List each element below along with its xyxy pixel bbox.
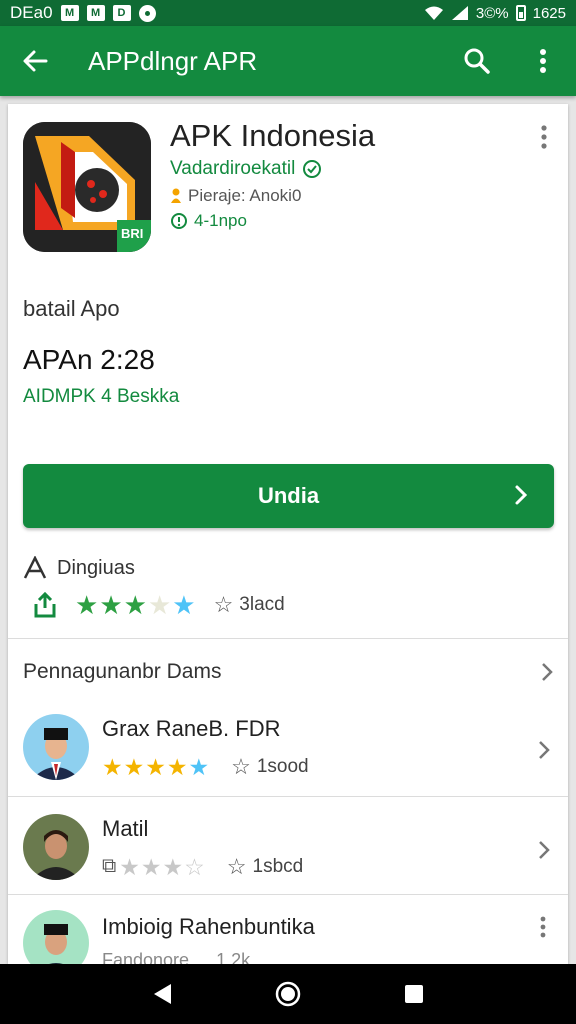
notification-icon: M	[86, 5, 105, 21]
search-icon	[464, 48, 490, 74]
reviews-title: Pennagunanbr Dams	[23, 660, 222, 683]
divider	[8, 796, 568, 797]
star-icon: ★	[119, 853, 140, 880]
wifi-icon	[424, 6, 443, 20]
star-icon: ★	[162, 853, 184, 880]
notification-icon: M	[60, 5, 79, 21]
star-icon: ★	[145, 753, 166, 780]
rating-label: Dingiuas	[57, 556, 135, 579]
text-format-icon	[23, 556, 47, 579]
review-count: 1sood	[256, 756, 309, 777]
page-title: APPdlngr APR	[88, 45, 258, 76]
app-icon-badge: BRI	[121, 226, 144, 241]
nav-recents-icon[interactable]	[403, 983, 425, 1005]
meta-text-2: 4-1npo	[194, 211, 247, 230]
more-vert-icon[interactable]	[540, 916, 546, 938]
arrow-left-icon	[23, 50, 48, 72]
app-detail-card: BRI APK Indonesia Vadardiroekatil Pieraj…	[8, 104, 568, 964]
reviews-header[interactable]: Pennagunanbr Dams	[23, 660, 553, 684]
nav-back-icon[interactable]	[151, 982, 173, 1006]
battery-percent: 3©%	[475, 4, 509, 22]
download-button[interactable]: Undia	[23, 464, 554, 528]
chevron-right-icon	[539, 841, 550, 859]
review-item[interactable]: Matil ⧉ ★ ★ ★ ☆ ☆ 1sbcd	[8, 810, 568, 894]
notification-icon: D	[112, 5, 131, 21]
chevron-right-icon	[539, 741, 550, 759]
avatar	[23, 814, 89, 880]
star-icon: ★	[123, 753, 145, 780]
star-icon: ★	[102, 753, 123, 780]
chevron-right-icon	[515, 485, 528, 505]
reviewer-sub: Fandonore 1.2k	[102, 950, 251, 964]
app-bar: APPdlngr APR	[0, 26, 576, 96]
star-icon: ★	[140, 853, 162, 880]
review-item[interactable]: Grax RaneB. FDR ★ ★ ★ ★ ★ ☆ 1sood	[8, 710, 568, 794]
review-stars: ⧉ ★ ★ ★ ☆	[102, 853, 205, 880]
verified-icon	[303, 160, 322, 178]
star-icon: ★	[123, 590, 147, 620]
star-outline-icon: ☆	[231, 754, 251, 779]
version-subtitle: AIDMPK 4 Beskka	[23, 386, 180, 407]
clock: 1625	[532, 4, 566, 22]
star-icon: ★	[166, 753, 188, 780]
reviewer-name: Grax RaneB. FDR	[102, 716, 281, 741]
copy-icon: ⧉	[102, 854, 117, 877]
developer-name: Vadardiroekatil	[170, 158, 296, 179]
divider	[8, 894, 568, 895]
reviewer-name: Matil	[102, 816, 149, 841]
status-carrier: DEa0	[10, 3, 53, 22]
back-button[interactable]	[0, 26, 70, 96]
meta-text: Pieraje: Anoki0	[188, 186, 302, 205]
system-nav-bar	[0, 964, 576, 1024]
review-stars: ★ ★ ★ ★ ★	[102, 753, 210, 780]
more-vert-icon	[540, 49, 546, 73]
rating-label-row: Dingiuas	[23, 556, 135, 580]
reviewer-name: Imbioig Rahenbuntika	[102, 914, 315, 939]
app-name: APK Indonesia	[170, 118, 376, 153]
record-icon	[138, 4, 156, 22]
review-item[interactable]: Imbioig Rahenbuntika Fandonore 1.2k	[8, 906, 568, 964]
star-outline-icon: ☆	[226, 854, 247, 879]
rating-row: ★ ★ ★ ★ ★ ☆ 3lacd	[33, 592, 285, 618]
person-icon	[171, 188, 181, 203]
rating-stars: ★ ★ ★ ★ ★	[75, 592, 196, 618]
nav-home-icon[interactable]	[275, 981, 301, 1007]
star-icon: ★	[147, 590, 172, 620]
detail-section-title: batail Apo	[23, 296, 120, 321]
card-menu-button[interactable]	[532, 122, 556, 152]
chevron-right-icon	[542, 663, 553, 681]
meta-row: Pieraje: Anoki0	[170, 186, 301, 206]
star-icon: ★	[172, 590, 196, 620]
developer-row[interactable]: Vadardiroekatil	[170, 158, 322, 180]
more-vert-icon	[541, 125, 547, 149]
overflow-menu-button[interactable]	[510, 26, 576, 96]
status-bar: DEa0 M M D 3©% 1625	[0, 0, 576, 26]
version-text: APAn 2:28	[23, 344, 155, 375]
search-button[interactable]	[444, 26, 510, 96]
battery-icon	[515, 5, 526, 21]
star-icon: ★	[188, 753, 210, 780]
star-icon: ☆	[184, 853, 205, 880]
divider	[8, 638, 568, 639]
rating-count: 3lacd	[239, 594, 285, 615]
app-icon: BRI	[23, 122, 151, 252]
star-outline-icon: ☆	[213, 592, 234, 617]
avatar	[23, 910, 89, 964]
star-icon: ★	[99, 590, 123, 620]
share-icon[interactable]	[33, 592, 57, 618]
signal-icon	[451, 6, 468, 20]
star-icon: ★	[75, 590, 99, 620]
avatar	[23, 714, 89, 780]
info-icon	[171, 213, 187, 229]
review-count: 1sbcd	[252, 856, 304, 877]
download-button-label: Undia	[257, 483, 320, 508]
meta-row-2: 4-1npo	[170, 211, 247, 231]
